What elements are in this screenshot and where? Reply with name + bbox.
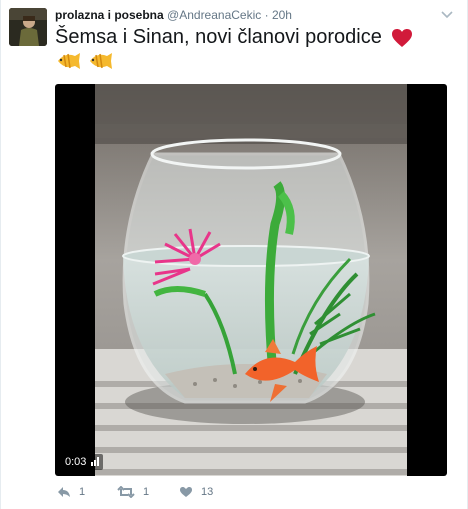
like-heart-icon (180, 487, 192, 497)
video-duration-badge: 0:03 (61, 454, 104, 470)
tweet-card[interactable]: prolazna i posebna @AndreanaCekic · 20h … (0, 0, 468, 509)
avatar[interactable] (9, 8, 47, 46)
volume-icon (91, 457, 100, 466)
tweet-text-content: Šemsa i Sinan, novi članovi porodice (55, 26, 382, 48)
separator: · (264, 8, 269, 22)
tweet-header: prolazna i posebna @AndreanaCekic · 20h (55, 8, 437, 24)
retweet-button[interactable]: 1 (117, 484, 149, 500)
timestamp[interactable]: 20h (272, 8, 292, 22)
video-duration: 0:03 (65, 456, 87, 468)
chevron-down-icon[interactable] (439, 6, 455, 22)
display-name[interactable]: prolazna i posebna (55, 8, 164, 22)
reply-count: 1 (79, 486, 86, 498)
retweet-count: 1 (143, 486, 150, 498)
reply-icon (58, 487, 70, 497)
retweet-icon (117, 486, 135, 498)
video-frame-fishbowl[interactable] (95, 84, 407, 476)
like-count: 13 (201, 486, 214, 498)
tropical-fish-emoji-icon (55, 50, 81, 72)
tropical-fish-emoji-icon (87, 50, 113, 72)
reply-button[interactable]: 1 (57, 484, 85, 500)
like-button[interactable]: 13 (179, 484, 213, 500)
user-handle[interactable]: @AndreanaCekic (167, 8, 261, 22)
fish-emoji-row (55, 50, 115, 74)
video-player[interactable]: 0:03 (55, 84, 447, 476)
red-heart-emoji-icon (391, 28, 413, 55)
